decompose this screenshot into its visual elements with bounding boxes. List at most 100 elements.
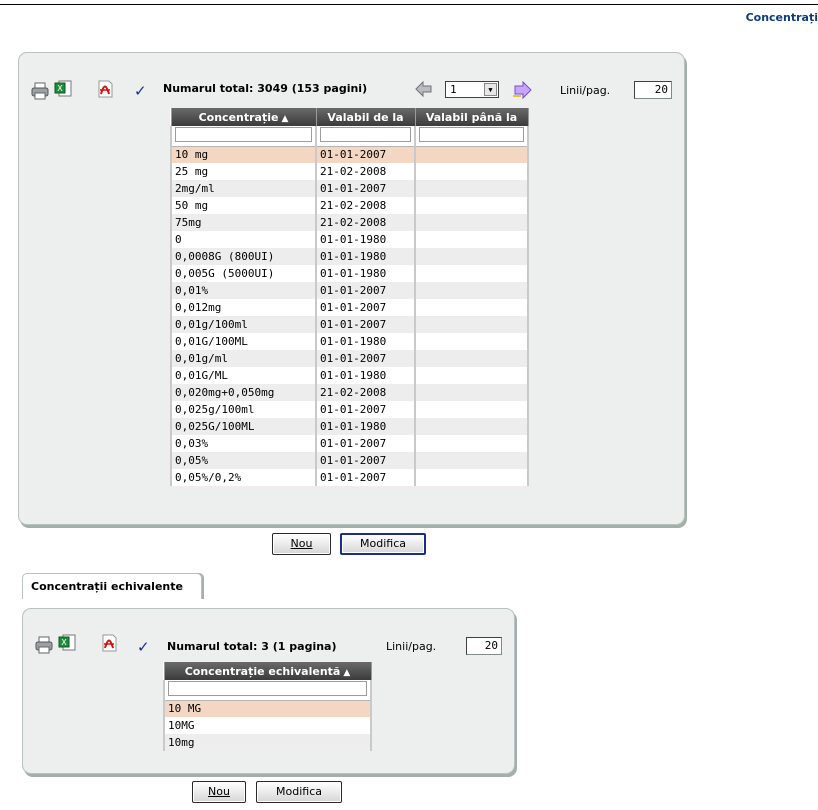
column-header-valid-until[interactable]: Valabil până la — [414, 108, 529, 126]
table-cell: 01-01-2007 — [315, 469, 416, 486]
table-cell: 01-01-2007 — [315, 452, 416, 469]
table-cell: 0,020mg+0,050mg — [170, 384, 317, 401]
filter-cell — [315, 126, 416, 147]
table-cell: 0,012mg — [170, 299, 317, 316]
prev-page-icon[interactable] — [414, 79, 434, 99]
pdf-icon[interactable] — [96, 80, 114, 98]
table-cell: 75mg — [170, 214, 317, 231]
table-row[interactable]: 0,01% 01-01-2007 — [170, 282, 529, 299]
page-select[interactable]: 1 ▼ — [445, 81, 499, 98]
table-cell — [414, 384, 529, 401]
equiv-lines-per-page-label: Linii/pag. — [386, 640, 437, 653]
table-cell: 0,01G/100ML — [170, 333, 317, 350]
column-header-concentration[interactable]: Concentrație ▲ — [170, 108, 317, 126]
table-cell: 0,03% — [170, 435, 317, 452]
excel-icon[interactable]: X — [54, 80, 72, 98]
print-icon[interactable] — [31, 82, 49, 100]
table-cell — [414, 265, 529, 282]
table-cell: 01-01-1980 — [315, 418, 416, 435]
table-row[interactable]: 75mg 21-02-2008 — [170, 214, 529, 231]
table-row[interactable]: 0,005G (5000UI) 01-01-1980 — [170, 265, 529, 282]
table-cell: 0,005G (5000UI) — [170, 265, 317, 282]
table-row[interactable]: 0,025g/100ml 01-01-2007 — [170, 401, 529, 418]
table-cell — [414, 163, 529, 180]
filter-row — [163, 680, 372, 701]
table-cell: 0,05% — [170, 452, 317, 469]
header-row: Concentrație ▲ Valabil de la Valabil până… — [170, 108, 529, 126]
table-row[interactable]: 0,01G/ML 01-01-1980 — [170, 367, 529, 384]
table-cell: 0,025G/100ML — [170, 418, 317, 435]
equiv-modify-button[interactable]: Modifica — [256, 781, 342, 803]
table-row[interactable]: 0,05% 01-01-2007 — [170, 452, 529, 469]
table-row[interactable]: 0,025G/100ML 01-01-1980 — [170, 418, 529, 435]
table-cell: 10MG — [163, 717, 372, 734]
table-row[interactable]: 10 mg 01-01-2007 — [170, 146, 529, 163]
table-cell — [414, 350, 529, 367]
table-row[interactable]: 50 mg 21-02-2008 — [170, 197, 529, 214]
tab-equivalent-concentrations[interactable]: Concentrații echivalente — [22, 573, 202, 599]
print-icon[interactable] — [35, 636, 53, 654]
equiv-lines-per-page-input[interactable]: 20 — [466, 637, 502, 655]
filter-valid-from-input[interactable] — [320, 127, 411, 143]
pdf-icon[interactable] — [100, 634, 118, 652]
table-cell: 01-01-2007 — [315, 316, 416, 333]
table-cell — [414, 146, 529, 163]
lines-per-page-input[interactable]: 20 — [634, 81, 672, 99]
next-page-icon[interactable] — [511, 79, 533, 101]
table-row[interactable]: 0,01G/100ML 01-01-1980 — [170, 333, 529, 350]
column-header-label: Concentrație — [198, 110, 279, 124]
column-header-equivalent[interactable]: Concentrație echivalentă ▲ — [163, 662, 372, 680]
table-cell — [414, 418, 529, 435]
svg-text:X: X — [61, 638, 67, 647]
column-header-valid-from[interactable]: Valabil de la — [315, 108, 416, 126]
equiv-new-button[interactable]: Nou — [192, 781, 246, 803]
table-cell — [414, 452, 529, 469]
new-button[interactable]: Nou — [272, 533, 331, 555]
table-cell: 01-01-1980 — [315, 265, 416, 282]
check-icon[interactable]: ✓ — [134, 84, 147, 99]
table-row[interactable]: 0,03% 01-01-2007 — [170, 435, 529, 452]
table-row[interactable]: 2mg/ml 01-01-2007 — [170, 180, 529, 197]
table-cell: 01-01-1980 — [315, 231, 416, 248]
sort-asc-icon[interactable]: ▲ — [281, 114, 288, 124]
lines-per-page-label: Linii/pag. — [560, 84, 611, 97]
table-row[interactable]: 0 01-01-1980 — [170, 231, 529, 248]
table-cell: 10mg — [163, 734, 372, 751]
table-cell — [414, 282, 529, 299]
table-cell: 01-01-2007 — [315, 435, 416, 452]
sort-asc-icon[interactable]: ▲ — [343, 668, 350, 678]
table-row[interactable]: 0,05%/0,2% 01-01-2007 — [170, 469, 529, 486]
table-row[interactable]: 0,01g/100ml 01-01-2007 — [170, 316, 529, 333]
table-cell: 0,01% — [170, 282, 317, 299]
excel-icon[interactable]: X — [58, 634, 76, 652]
table-cell: 0,01g/ml — [170, 350, 317, 367]
filter-cell — [170, 126, 317, 147]
filter-valid-until-input[interactable] — [419, 127, 524, 143]
table-cell — [414, 214, 529, 231]
table-cell: 10 mg — [170, 146, 317, 163]
table-cell — [414, 231, 529, 248]
table-row[interactable]: 0,0008G (800UI) 01-01-1980 — [170, 248, 529, 265]
table-cell: 21-02-2008 — [315, 214, 416, 231]
check-icon[interactable]: ✓ — [137, 640, 150, 655]
table-row[interactable]: 0,020mg+0,050mg 21-02-2008 — [170, 384, 529, 401]
table-cell: 25 mg — [170, 163, 317, 180]
chevron-down-icon[interactable]: ▼ — [484, 83, 497, 96]
table-cell — [414, 180, 529, 197]
table-cell — [414, 367, 529, 384]
table-cell: 0,01G/ML — [170, 367, 317, 384]
table-row[interactable]: 10mg — [163, 734, 372, 751]
filter-concentration-input[interactable] — [175, 127, 312, 143]
table-cell: 50 mg — [170, 197, 317, 214]
page-select-value: 1 — [450, 83, 457, 96]
table-cell: 10 MG — [163, 700, 372, 717]
table-row[interactable]: 0,01g/ml 01-01-2007 — [170, 350, 529, 367]
table-row[interactable]: 0,012mg 01-01-2007 — [170, 299, 529, 316]
table-cell: 21-02-2008 — [315, 384, 416, 401]
filter-equivalent-input[interactable] — [168, 681, 367, 697]
equiv-modify-button-label: Modifica — [276, 785, 322, 798]
modify-button[interactable]: Modifica — [340, 533, 426, 555]
table-row[interactable]: 10MG — [163, 717, 372, 734]
table-row[interactable]: 10 MG — [163, 700, 372, 717]
table-row[interactable]: 25 mg 21-02-2008 — [170, 163, 529, 180]
